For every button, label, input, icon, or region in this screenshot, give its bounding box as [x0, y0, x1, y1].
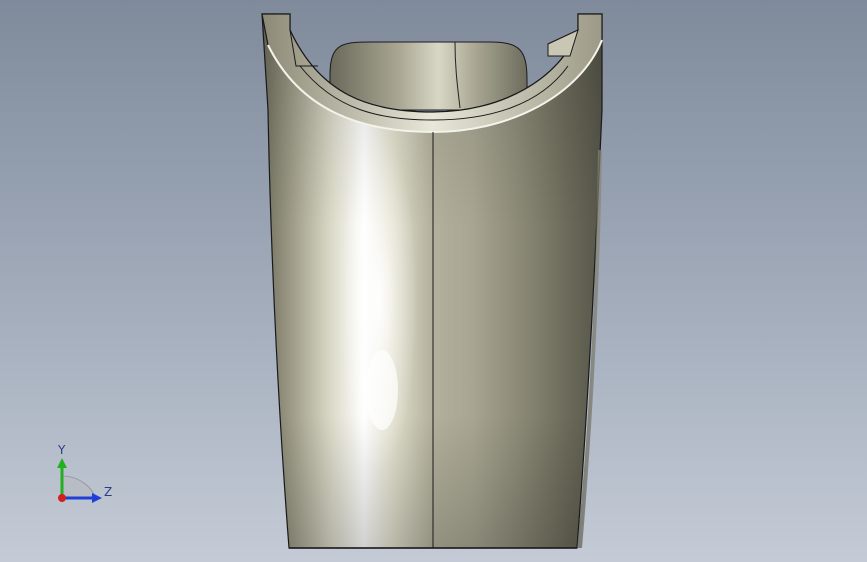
triad-plane-icon — [61, 475, 97, 499]
y-axis-arrow-icon — [57, 458, 67, 468]
y-axis-label: Y — [57, 443, 66, 457]
specular-core — [366, 350, 398, 430]
graphics-viewport[interactable]: Y Z — [0, 0, 867, 562]
x-axis-origin-icon — [58, 494, 66, 502]
3d-model-view[interactable] — [0, 0, 867, 562]
coordinate-triad: Y Z — [57, 443, 112, 503]
z-axis-label: Z — [104, 485, 112, 499]
z-axis-arrow-icon — [92, 493, 102, 503]
